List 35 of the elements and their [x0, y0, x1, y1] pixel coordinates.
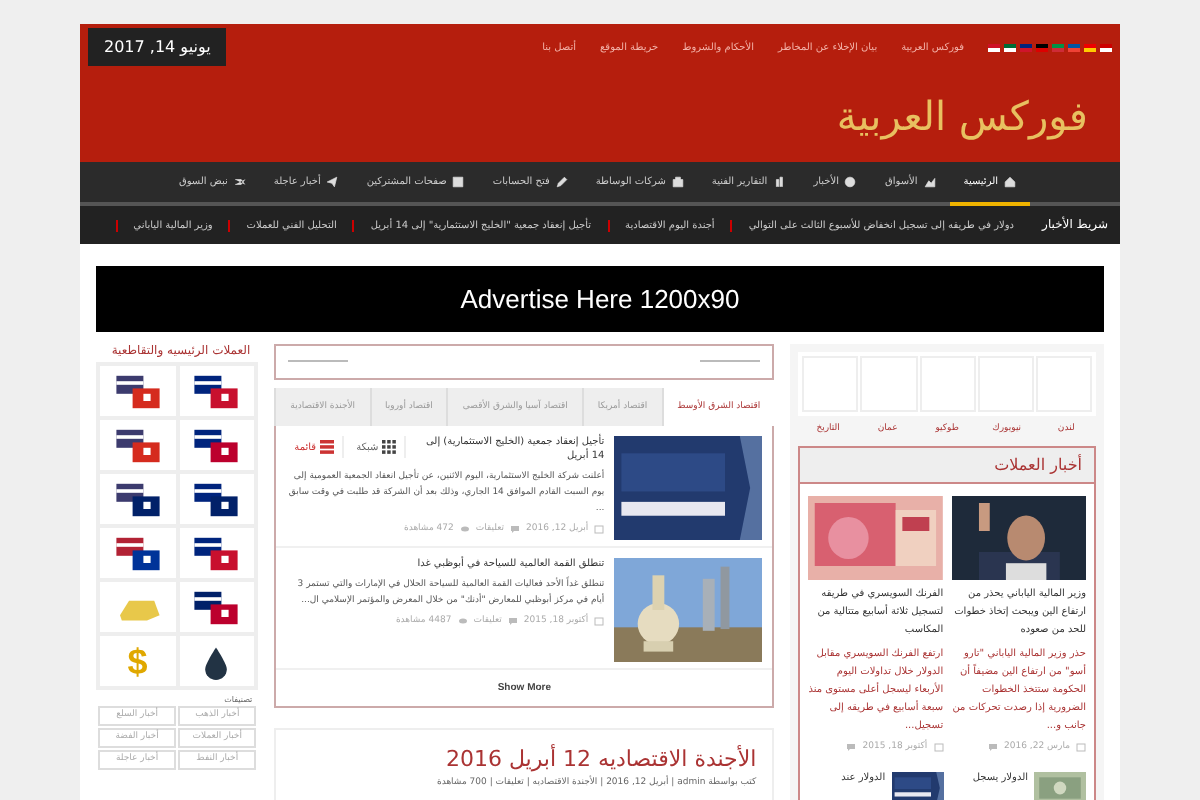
- calendar-icon: [594, 524, 605, 534]
- currency-pair-icon[interactable]: [192, 481, 241, 517]
- site-logo[interactable]: فوركس العربية: [836, 92, 1088, 140]
- currency-pair-icon[interactable]: [113, 535, 162, 571]
- list-icon: [320, 440, 335, 454]
- currency-pair-icon[interactable]: [192, 427, 241, 463]
- nav-icon: [1004, 176, 1016, 188]
- post-title[interactable]: الأجندة الاقتصاديه 12 أبريل 2016: [292, 746, 757, 772]
- grid-icon: [382, 440, 397, 454]
- calendar-icon: [594, 616, 605, 626]
- currency-pair-icon[interactable]: [192, 589, 241, 625]
- nav-icon: [671, 176, 684, 188]
- date-label: يونيو 14, 2017: [88, 28, 227, 66]
- eye-icon: [459, 524, 470, 534]
- currency-pair-icon[interactable]: [192, 373, 241, 409]
- comment-icon: [988, 742, 999, 752]
- nav-icon: [923, 176, 936, 188]
- panel-title: أخبار العملات: [800, 448, 1094, 484]
- nav-icon: [233, 176, 246, 188]
- currency-pair-icon[interactable]: [113, 427, 162, 463]
- currency-pair-icon[interactable]: [113, 481, 162, 517]
- currency-pair-icon[interactable]: [113, 373, 162, 409]
- nav-icon: [773, 176, 786, 188]
- ad-banner[interactable]: Advertise Here 1200x90: [96, 266, 1104, 332]
- calendar-icon: [933, 742, 944, 752]
- calendar-icon: [1076, 742, 1086, 752]
- comment-icon: [507, 616, 518, 626]
- eye-icon: [457, 616, 468, 626]
- nav-icon: [452, 176, 465, 188]
- nav-icon: [326, 176, 339, 188]
- nav-icon: [844, 176, 857, 188]
- comment-icon: [510, 524, 521, 534]
- comment-icon: [846, 742, 857, 752]
- currency-pair-icon[interactable]: [192, 535, 241, 571]
- nav-icon: [555, 176, 568, 188]
